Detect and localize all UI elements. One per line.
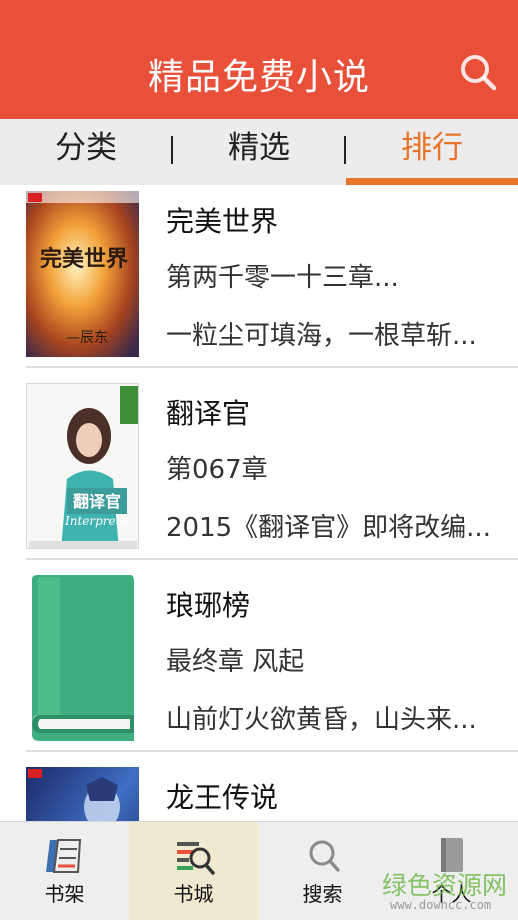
watermark-text: 绿色资源网 bbox=[382, 871, 508, 900]
tab-category[interactable]: 分类 bbox=[0, 119, 172, 181]
nav-label: 书架 bbox=[44, 882, 85, 906]
search-icon bbox=[302, 836, 344, 876]
nav-search[interactable]: 搜索 bbox=[258, 822, 387, 920]
watermark: 绿色资源网 www.downcc.com bbox=[382, 866, 516, 916]
nav-bookshelf[interactable]: 书架 bbox=[0, 822, 129, 920]
book-summary: 山前灯火欲黄昏，山头来... bbox=[166, 705, 477, 735]
bookshelf-icon bbox=[44, 836, 86, 876]
tab-divider bbox=[171, 136, 173, 164]
nav-label: 搜索 bbox=[302, 882, 343, 906]
book-summary: 一粒尘可填海，一根草斩... bbox=[166, 321, 477, 351]
nav-label: 书城 bbox=[173, 882, 214, 906]
cover-author: —辰东 bbox=[66, 330, 108, 346]
book-title: 龙王传说 bbox=[166, 781, 279, 814]
latest-chapter: 最终章 风起 bbox=[166, 647, 305, 677]
book-cover bbox=[26, 767, 139, 821]
list-item[interactable]: 龙王传说 bbox=[0, 761, 518, 821]
active-tab-indicator bbox=[346, 178, 518, 185]
book-title: 翻译官 bbox=[166, 397, 251, 430]
book-title: 琅琊榜 bbox=[166, 589, 251, 622]
row-divider bbox=[26, 750, 518, 752]
watermark-url: www.downcc.com bbox=[390, 898, 492, 912]
cover-title: 完美世界 bbox=[39, 246, 128, 272]
page-title: 精品免费小说 bbox=[147, 57, 370, 98]
latest-chapter: 第067章 bbox=[166, 455, 268, 485]
tab-ranking[interactable]: 排行 bbox=[346, 119, 518, 181]
row-divider bbox=[26, 366, 518, 368]
list-item[interactable]: 翻译官 Interprete 翻译官 第067章 2015《翻译官》即将改编..… bbox=[0, 377, 518, 568]
cover-title: 翻译官 bbox=[72, 492, 121, 511]
list-item[interactable]: 琅琊榜 最终章 风起 山前灯火欲黄昏，山头来... bbox=[0, 569, 518, 760]
cover-subtitle: Interprete bbox=[65, 514, 128, 528]
book-cover bbox=[26, 575, 139, 741]
book-list: 完美世界 —辰东 完美世界 第两千零一十三章... 一粒尘可填海，一根草斩...… bbox=[0, 185, 518, 821]
app-header: 精品免费小说 bbox=[0, 0, 518, 119]
list-item[interactable]: 完美世界 —辰东 完美世界 第两千零一十三章... 一粒尘可填海，一根草斩... bbox=[0, 185, 518, 376]
book-cover: 翻译官 Interprete bbox=[26, 383, 139, 549]
nav-bookstore[interactable]: 书城 bbox=[129, 822, 258, 920]
book-title: 完美世界 bbox=[166, 205, 279, 238]
bookstore-icon bbox=[173, 836, 215, 876]
latest-chapter: 第两千零一十三章... bbox=[166, 263, 399, 293]
book-summary: 2015《翻译官》即将改编... bbox=[166, 513, 491, 543]
book-cover: 完美世界 —辰东 bbox=[26, 191, 139, 357]
search-icon[interactable] bbox=[456, 50, 500, 94]
category-tabs: 分类 精选 排行 bbox=[0, 119, 518, 185]
row-divider bbox=[26, 558, 518, 560]
tab-divider bbox=[344, 136, 346, 164]
tab-featured[interactable]: 精选 bbox=[173, 119, 345, 181]
